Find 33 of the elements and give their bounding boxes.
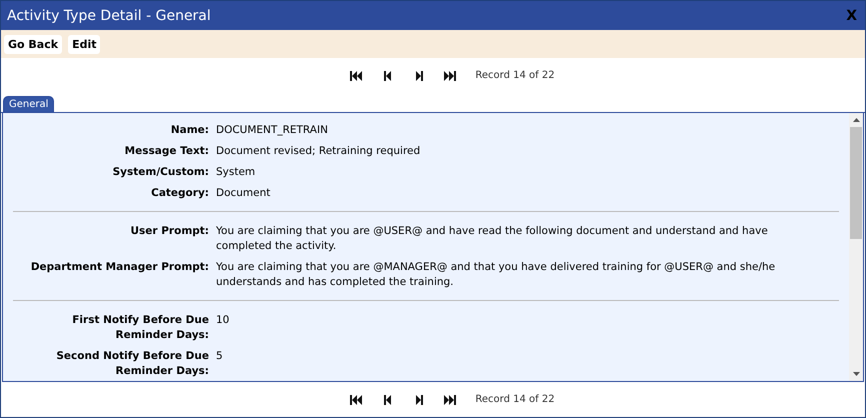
record-counter: Record 14 of 22 xyxy=(475,394,555,405)
next-icon xyxy=(414,70,423,80)
last-icon xyxy=(443,70,456,80)
field-label: Category: xyxy=(150,186,210,201)
field-label: First Notify Before Due Reminder Days: xyxy=(71,313,210,343)
previous-icon xyxy=(384,394,392,404)
first-icon xyxy=(350,70,364,80)
tab[interactable]: General xyxy=(3,96,54,112)
field-label: Second Notify Before Due Reminder Days: xyxy=(55,349,210,379)
field-value: Document xyxy=(216,186,272,201)
window-title: Activity Type Detail - General xyxy=(7,8,211,24)
field-label: System/Custom: xyxy=(112,165,210,180)
field-label: Name: xyxy=(170,123,210,138)
scroll-up-icon xyxy=(852,118,860,122)
last-icon xyxy=(443,394,456,404)
field-label: Department Manager Prompt: xyxy=(30,260,210,275)
field-value: 10 xyxy=(216,313,230,328)
field-label: Message Text: xyxy=(124,144,210,159)
record-counter: Record 14 of 22 xyxy=(475,70,555,81)
field-value: DOCUMENT_RETRAIN xyxy=(216,123,329,138)
field-label: User Prompt: xyxy=(130,224,210,239)
field-value: You are claiming that you are @MANAGER@ and that you have delivered training for @USER@ and she/he understands and has completed the training. xyxy=(216,260,776,290)
next-icon xyxy=(414,394,423,404)
toolbar-button[interactable]: Go Back xyxy=(4,34,62,54)
field-value: 5 xyxy=(216,349,224,364)
previous-icon xyxy=(384,70,392,80)
scroll-down-icon xyxy=(852,372,860,376)
first-icon xyxy=(350,394,364,404)
toolbar-button[interactable]: Edit xyxy=(68,34,100,54)
field-value: System xyxy=(216,165,256,180)
field-value: Document revised; Retraining required xyxy=(216,144,422,159)
scrollbar-thumb[interactable] xyxy=(850,127,862,239)
field-value: You are claiming that you are @USER@ and have read the following document and understand and have completed the activity. xyxy=(216,224,769,254)
